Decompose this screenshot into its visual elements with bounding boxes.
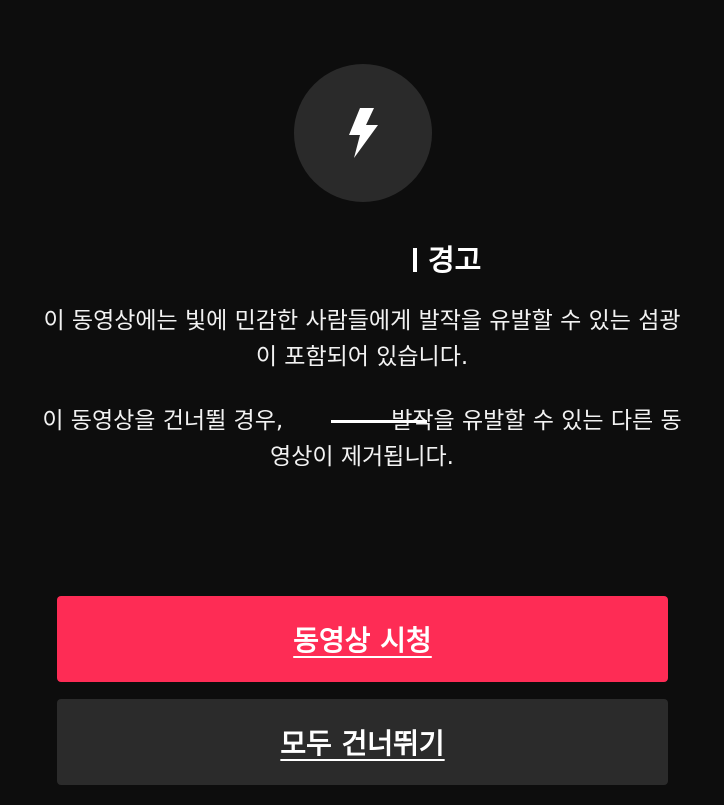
redaction-mark xyxy=(413,248,417,272)
warning-title-row: 경고 xyxy=(0,238,724,282)
lightning-bolt-icon xyxy=(349,108,378,158)
warning-message-2-after: 발작을 유발할 수 있는 다른 동영상이 제거됩니다. xyxy=(270,408,682,470)
skip-all-label: 모두 건너뛰기 xyxy=(280,727,445,760)
warning-message-1: 이 동영상에는 빛에 민감한 사람들에게 발작을 유발할 수 있는 섬광이 포함… xyxy=(43,308,681,370)
warning-message-2-before: 이 동영상을 건너뛸 경우, xyxy=(42,408,284,434)
warning-icon-container xyxy=(294,64,432,202)
skip-all-button[interactable]: 모두 건너뛰기 xyxy=(57,699,668,785)
redaction-mark xyxy=(331,420,427,423)
watch-video-label: 동영상 시청 xyxy=(293,624,432,657)
watch-video-button[interactable]: 동영상 시청 xyxy=(57,596,668,682)
warning-title: 경고 xyxy=(428,243,482,277)
warning-message-2: 이 동영상을 건너뛸 경우, 발작을 유발할 수 있는 다른 동영상이 제거됩니다… xyxy=(40,403,684,475)
